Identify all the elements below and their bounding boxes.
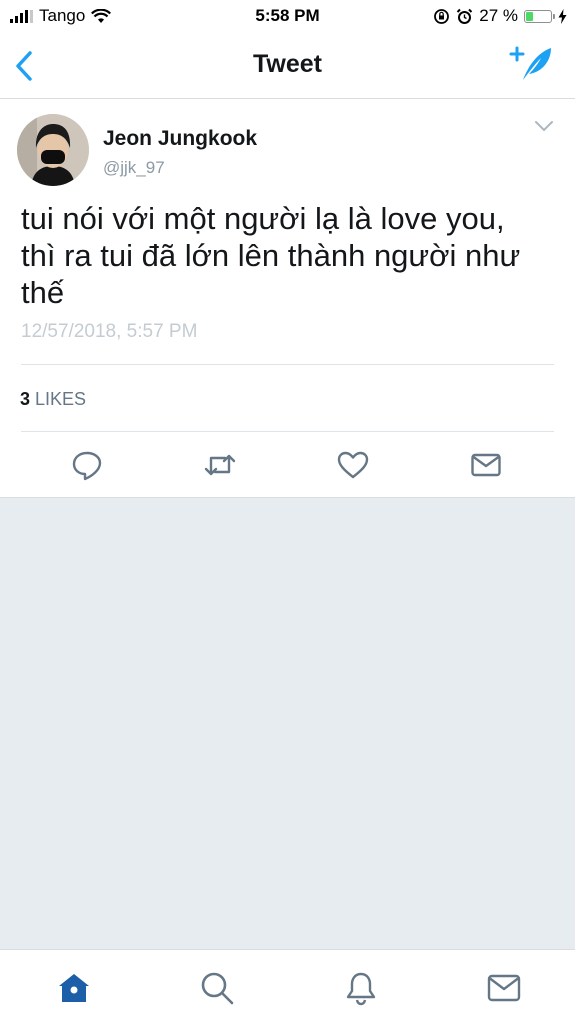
messages-icon [487,974,521,1002]
status-right: 27 % [433,6,567,26]
tweet-options-button[interactable] [533,119,555,133]
search-icon [201,972,234,1005]
tab-search[interactable] [199,970,235,1006]
orientation-lock-icon [434,8,450,24]
navigation-bar: Tweet [0,34,575,99]
reply-icon [72,451,102,481]
notifications-icon [346,972,376,1006]
profile-photo [17,114,89,186]
tab-bar [0,949,575,1025]
status-bar: Tango 5:58 PM 27 % [0,0,575,34]
retweet-icon [204,454,236,476]
like-button[interactable] [336,448,370,482]
page-title: Tweet [253,50,322,78]
tab-messages[interactable] [486,970,522,1006]
likes-number: 3 [20,389,31,409]
retweet-button[interactable] [203,448,237,482]
tab-home[interactable] [56,970,92,1006]
chevron-down-icon [535,121,553,132]
divider [21,431,554,432]
reply-button[interactable] [70,448,104,482]
likes-label: LIKES [35,389,87,409]
battery-icon [524,9,555,23]
user-handle[interactable]: @jjk_97 [103,158,165,178]
divider [21,364,554,365]
alarm-icon [457,8,473,24]
direct-message-icon [471,453,501,477]
tweet-timestamp: 12/57/2018, 5:57 PM [21,321,198,342]
compose-tweet-button[interactable] [509,44,555,84]
direct-message-button[interactable] [469,448,503,482]
tab-notifications[interactable] [343,970,379,1006]
display-name[interactable]: Jeon Jungkook [103,127,257,151]
tweet-actions [0,448,575,482]
tweet-detail: Jeon Jungkook @jjk_97 tui nói với một ng… [0,99,575,498]
compose-tweet-icon [509,46,551,80]
home-icon [59,974,89,1002]
charging-bolt-icon [558,8,567,24]
likes-count[interactable]: 3 LIKES [20,389,86,410]
avatar[interactable] [17,114,89,186]
tweet-text: tui nói với một người lạ là love you, th… [21,201,521,310]
like-icon [337,451,369,479]
battery-level [526,11,534,21]
battery-percent: 27 % [479,6,518,25]
